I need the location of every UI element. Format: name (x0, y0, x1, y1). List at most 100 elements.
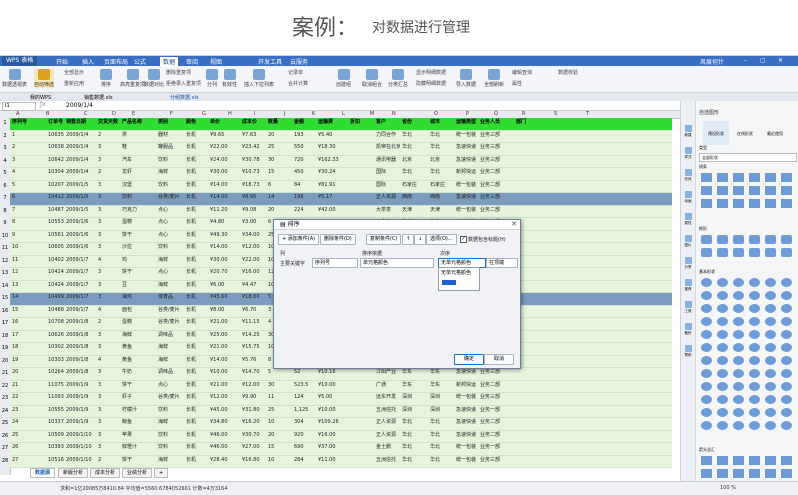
pane-side-item[interactable]: 动画 (682, 191, 694, 204)
shape-item-icon[interactable] (765, 369, 776, 378)
row-number[interactable]: 20 (0, 356, 10, 368)
table-cell[interactable]: 销售日期 (66, 118, 96, 126)
table-cell[interactable]: ¥14.00 (210, 243, 240, 251)
table-cell[interactable]: 19 (12, 356, 46, 364)
table-cell[interactable]: 3 (98, 243, 120, 251)
shape-item-icon[interactable] (701, 199, 712, 208)
edit-query-button[interactable]: 编辑查询 (512, 69, 532, 76)
shape-item-icon[interactable] (733, 356, 744, 365)
row-number[interactable]: 17 (0, 318, 10, 330)
table-cell[interactable]: 124 (294, 393, 316, 401)
table-cell[interactable]: 华东 (430, 381, 454, 389)
category-select[interactable]: 全部形状 (699, 153, 797, 162)
table-cell[interactable]: 2009/1/9 (66, 381, 96, 389)
table-cell[interactable]: ¥24.00 (210, 156, 240, 164)
shape-item-icon[interactable] (717, 408, 728, 417)
table-cell[interactable]: 广通 (376, 381, 400, 389)
table-cell[interactable]: 数量 (268, 118, 292, 126)
table-cell[interactable]: 523.5 (294, 381, 316, 389)
table-cell[interactable]: 业务二部 (480, 168, 514, 176)
table-row[interactable]: 24 10337 2009/1/9 3 鲸鱼 海鲜 长机 ¥34.80 ¥16.20 10 304 ¥… (10, 418, 672, 431)
shape-item-icon[interactable] (749, 173, 760, 182)
row-number[interactable]: 7 (0, 193, 10, 205)
table-cell[interactable]: 26 (12, 443, 46, 451)
table-cell[interactable]: 正人资源 (376, 193, 400, 201)
table-cell[interactable]: ¥6.00 (210, 281, 240, 289)
table-cell[interactable]: 器材 (158, 131, 184, 139)
row-number[interactable]: 1 (0, 118, 10, 130)
menu-cloud[interactable]: 云服务 (290, 57, 308, 66)
table-cell[interactable]: 3 (98, 393, 120, 401)
table-cell[interactable]: 24 (12, 418, 46, 426)
table-cell[interactable]: 2 (98, 168, 120, 176)
table-cell[interactable]: 27 (12, 456, 46, 464)
column-header-S[interactable]: S (554, 111, 557, 117)
table-cell[interactable]: 通讯电器 (376, 156, 400, 164)
row-number[interactable]: 24 (0, 406, 10, 418)
menu-layout[interactable]: 页面布局 (104, 57, 128, 66)
column-header-E[interactable]: E (132, 111, 135, 117)
table-cell[interactable]: 成本价 (242, 118, 266, 126)
shape-item-icon[interactable] (781, 186, 792, 195)
table-cell[interactable]: 2009/1/7 (66, 268, 96, 276)
table-cell[interactable]: 点心 (158, 231, 184, 239)
table-row[interactable]: 27 10516 2009/1/10 2 饼干 海鲜 长机 ¥28.40 ¥16.80 10 284… (10, 455, 672, 468)
table-cell[interactable]: ¥18.30 (318, 143, 348, 151)
shape-item-icon[interactable] (717, 291, 728, 300)
table-cell[interactable]: 深圳 (430, 406, 454, 414)
table-cell[interactable]: 天津 (430, 206, 454, 214)
table-cell[interactable]: 5 (268, 368, 292, 376)
shape-item-icon[interactable] (733, 382, 744, 391)
pivot-table-button[interactable]: 数据透视表 (2, 69, 27, 88)
table-row[interactable]: 23 10555 2009/1/9 3 柠檬汁 饮料 长机 ¥45.00 ¥31.80 25 1,1… (10, 405, 672, 418)
column-header-N[interactable]: N (392, 111, 396, 117)
table-cell[interactable]: 224 (294, 206, 316, 214)
table-cell[interactable]: 10424 (48, 268, 64, 276)
table-cell[interactable]: 业务二部 (480, 431, 514, 439)
shape-item-icon[interactable] (733, 199, 744, 208)
table-cell[interactable]: ¥4.47 (242, 281, 266, 289)
shape-item-icon[interactable] (701, 317, 712, 326)
table-cell[interactable]: 长机 (186, 143, 208, 151)
delete-condition-button[interactable]: 删除条件(D) (320, 234, 356, 245)
table-cell[interactable]: 2009/1/6 (66, 218, 96, 226)
column-header-J[interactable]: J (284, 111, 285, 117)
table-cell[interactable]: 10393 (48, 443, 64, 451)
table-cell[interactable]: 业务三部 (480, 131, 514, 139)
column-header-B[interactable]: B (46, 111, 49, 117)
shape-item-icon[interactable] (717, 395, 728, 404)
show-detail-button[interactable]: 显示明细数据 (416, 69, 446, 76)
table-cell[interactable]: 3 (12, 156, 46, 164)
tab-online-shapes[interactable]: 在线形状 (737, 131, 753, 137)
table-cell[interactable]: 4 (98, 356, 120, 364)
remove-dup-button[interactable]: 删除重复项 (166, 69, 191, 76)
row-number[interactable]: 27 (0, 443, 10, 455)
table-cell[interactable]: 黄鱼 (122, 356, 156, 364)
shape-item-icon[interactable] (749, 343, 760, 352)
shape-item-icon[interactable] (765, 343, 776, 352)
table-cell[interactable]: 部门 (516, 118, 552, 126)
shape-item-icon[interactable] (749, 469, 760, 478)
table-cell[interactable]: ¥25.00 (210, 331, 240, 339)
add-sheet-button[interactable]: + (154, 468, 169, 478)
table-cell[interactable]: 统一包装 (456, 181, 478, 189)
shape-item-icon[interactable] (701, 382, 712, 391)
table-cell[interactable]: 北京 (430, 156, 454, 164)
close-icon[interactable]: ✕ (778, 57, 783, 64)
shape-item-icon[interactable] (717, 369, 728, 378)
table-cell[interactable]: 13 (12, 281, 46, 289)
column-header-K[interactable]: K (312, 111, 315, 117)
table-cell[interactable]: ¥46.00 (210, 431, 240, 439)
table-cell[interactable]: 华北 (402, 143, 428, 151)
table-cell[interactable]: 长机 (186, 343, 208, 351)
table-cell[interactable]: 2009/1/7 (66, 281, 96, 289)
table-cell[interactable]: 2 (98, 131, 120, 139)
table-cell[interactable]: 9 (12, 231, 46, 239)
shape-item-icon[interactable] (733, 173, 744, 182)
shape-item-icon[interactable] (717, 317, 728, 326)
table-cell[interactable]: 2009/1/10 (66, 456, 96, 464)
shape-item-icon[interactable] (701, 186, 712, 195)
shape-item-icon[interactable] (717, 456, 728, 465)
data-compare-button[interactable]: 数据对比 (144, 69, 164, 88)
shape-item-icon[interactable] (765, 304, 776, 313)
